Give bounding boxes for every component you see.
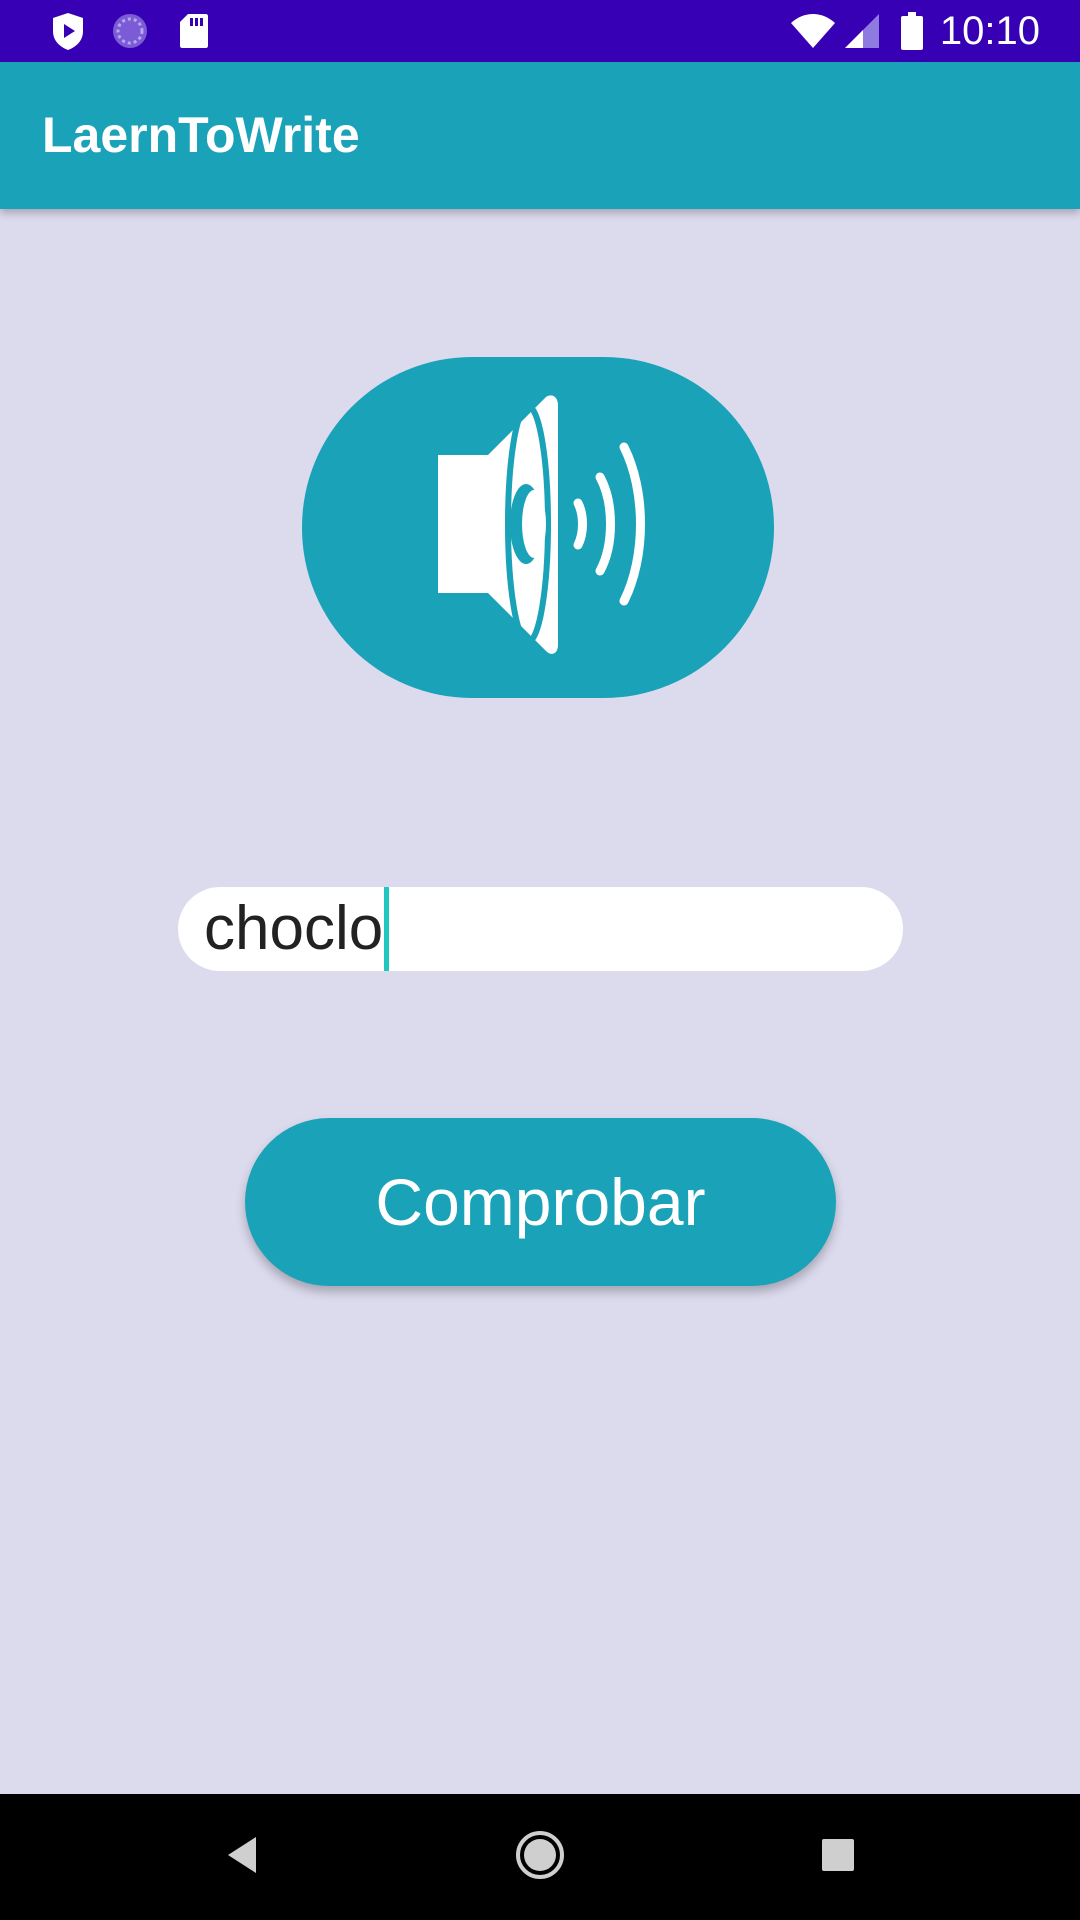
play-protect-icon [48, 0, 88, 62]
recents-icon [820, 1837, 856, 1878]
signal-icon [842, 0, 882, 62]
answer-input-value: choclo [204, 894, 384, 963]
check-button[interactable]: Comprobar [245, 1118, 836, 1286]
wifi-icon [790, 0, 836, 62]
app-bar: LaernToWrite [0, 62, 1080, 209]
clock-time: 10:10 [939, 9, 1040, 53]
battery-icon [898, 0, 926, 62]
recents-button[interactable] [778, 1794, 898, 1920]
sd-card-icon [176, 0, 212, 62]
answer-input[interactable]: choclo [178, 887, 903, 971]
speaker-icon [418, 395, 658, 660]
status-bar: 10:10 [0, 0, 1080, 62]
app-screen: 10:10 LaernToWrite choclo Comprobar [0, 0, 1080, 1920]
home-icon [514, 1829, 566, 1886]
navigation-bar [0, 1794, 1080, 1920]
home-button[interactable] [480, 1794, 600, 1920]
sync-icon [110, 0, 150, 62]
text-cursor [384, 887, 390, 971]
back-button[interactable] [182, 1794, 302, 1920]
app-title: LaernToWrite [42, 107, 360, 163]
play-sound-button[interactable] [302, 357, 774, 698]
back-icon [222, 1833, 262, 1882]
